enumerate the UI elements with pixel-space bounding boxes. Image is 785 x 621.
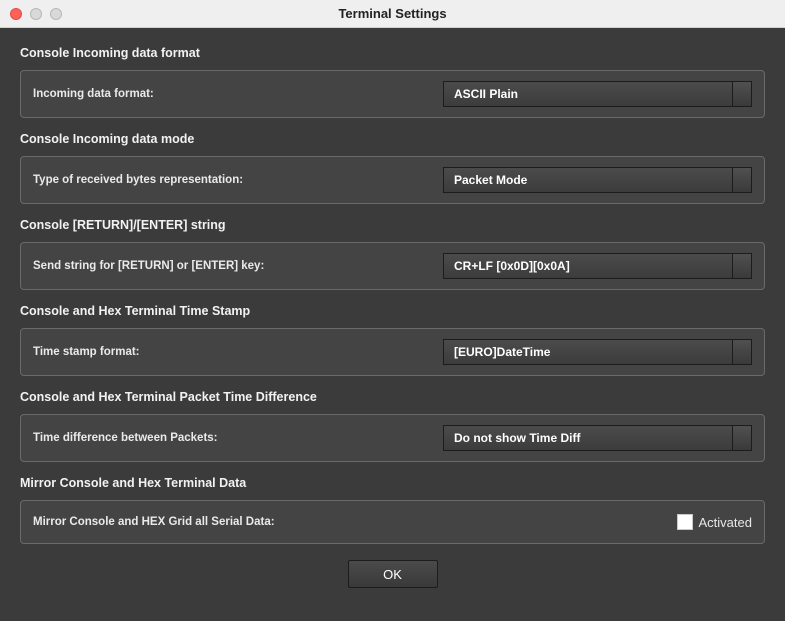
close-icon[interactable]	[10, 8, 22, 20]
section-title-time-diff: Console and Hex Terminal Packet Time Dif…	[20, 390, 765, 404]
label-return-string: Send string for [RETURN] or [ENTER] key:	[33, 260, 443, 272]
window-title: Terminal Settings	[0, 6, 785, 21]
checkbox-activated[interactable]	[677, 514, 693, 530]
panel-return-string: Send string for [RETURN] or [ENTER] key:…	[20, 242, 765, 290]
select-incoming-mode[interactable]: Packet Mode	[443, 167, 752, 193]
section-title-return-string: Console [RETURN]/[ENTER] string	[20, 218, 765, 232]
checkbox-activated-label: Activated	[699, 515, 752, 530]
chevron-down-icon[interactable]	[732, 81, 752, 107]
ok-button[interactable]: OK	[348, 560, 438, 588]
panel-timestamp: Time stamp format: [EURO]DateTime	[20, 328, 765, 376]
chevron-down-icon[interactable]	[732, 339, 752, 365]
footer: OK	[20, 560, 765, 588]
select-incoming-format[interactable]: ASCII Plain	[443, 81, 752, 107]
content: Console Incoming data format Incoming da…	[0, 28, 785, 604]
select-time-diff[interactable]: Do not show Time Diff	[443, 425, 752, 451]
select-value-incoming-format: ASCII Plain	[443, 81, 732, 107]
select-value-return-string: CR+LF [0x0D][0x0A]	[443, 253, 732, 279]
section-title-incoming-format: Console Incoming data format	[20, 46, 765, 60]
minimize-icon	[30, 8, 42, 20]
section-title-incoming-mode: Console Incoming data mode	[20, 132, 765, 146]
label-time-diff: Time difference between Packets:	[33, 432, 443, 444]
label-timestamp: Time stamp format:	[33, 346, 443, 358]
panel-incoming-format: Incoming data format: ASCII Plain	[20, 70, 765, 118]
label-mirror: Mirror Console and HEX Grid all Serial D…	[33, 516, 677, 528]
zoom-icon	[50, 8, 62, 20]
select-value-time-diff: Do not show Time Diff	[443, 425, 732, 451]
titlebar: Terminal Settings	[0, 0, 785, 28]
section-title-mirror: Mirror Console and Hex Terminal Data	[20, 476, 765, 490]
label-incoming-format: Incoming data format:	[33, 88, 443, 100]
panel-mirror: Mirror Console and HEX Grid all Serial D…	[20, 500, 765, 544]
panel-incoming-mode: Type of received bytes representation: P…	[20, 156, 765, 204]
select-return-string[interactable]: CR+LF [0x0D][0x0A]	[443, 253, 752, 279]
chevron-down-icon[interactable]	[732, 167, 752, 193]
traffic-lights	[10, 8, 62, 20]
label-incoming-mode: Type of received bytes representation:	[33, 174, 443, 186]
select-timestamp[interactable]: [EURO]DateTime	[443, 339, 752, 365]
chevron-down-icon[interactable]	[732, 253, 752, 279]
chevron-down-icon[interactable]	[732, 425, 752, 451]
section-title-timestamp: Console and Hex Terminal Time Stamp	[20, 304, 765, 318]
checkbox-activated-wrap[interactable]: Activated	[677, 514, 752, 530]
panel-time-diff: Time difference between Packets: Do not …	[20, 414, 765, 462]
select-value-timestamp: [EURO]DateTime	[443, 339, 732, 365]
select-value-incoming-mode: Packet Mode	[443, 167, 732, 193]
